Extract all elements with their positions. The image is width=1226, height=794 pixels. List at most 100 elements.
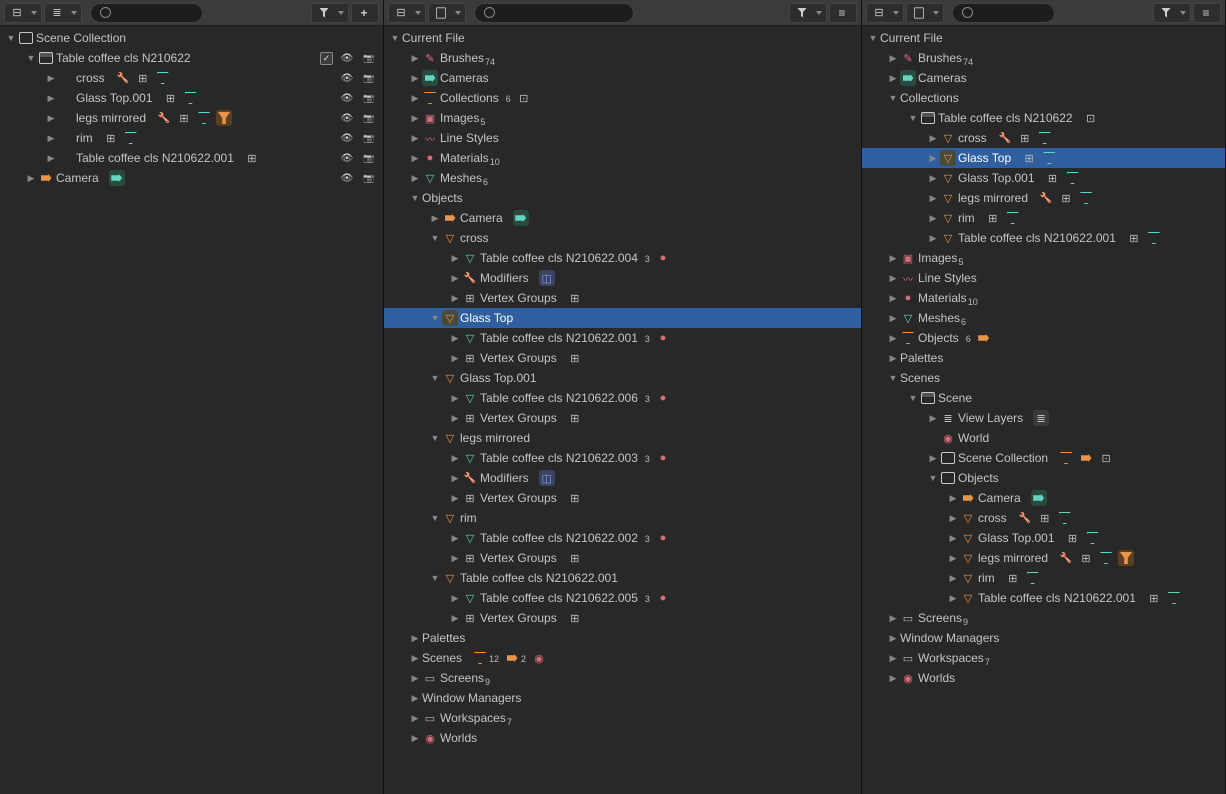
display-icon[interactable] [1098,450,1114,466]
tree-row[interactable]: ▶Table coffee cls N210622.0023 [384,528,861,548]
material-icon[interactable] [655,450,671,466]
tree-row[interactable]: ▶legs mirrored [862,188,1225,208]
disclosure-triangle[interactable]: ▶ [448,411,462,425]
disclosure-triangle[interactable]: ▶ [886,71,900,85]
camera-data-icon[interactable] [109,170,125,186]
modifier-icon[interactable] [997,130,1013,146]
tree-row[interactable]: ▶cross [862,128,1225,148]
disclosure-triangle[interactable]: ▶ [448,491,462,505]
disclosure-triangle[interactable]: ▶ [448,611,462,625]
collection-icon[interactable] [472,650,488,666]
material-slot-icon[interactable] [1146,230,1162,246]
editor-type-dropdown[interactable] [4,3,42,23]
disclosure-triangle[interactable]: ▶ [886,351,900,365]
disclosure-triangle[interactable]: ▶ [408,71,422,85]
material-slot-icon[interactable] [1057,510,1073,526]
vertex-group-icon[interactable] [1078,550,1094,566]
material-slot-icon[interactable] [1098,550,1114,566]
material-slot-icon[interactable] [1065,170,1081,186]
tree-row[interactable]: ▶Camera [384,208,861,228]
vertex-group-icon[interactable] [1058,190,1074,206]
disclosure-triangle[interactable]: ▶ [886,331,900,345]
disclosure-triangle[interactable]: ▶ [408,731,422,745]
tree-row[interactable]: ▶rim [862,208,1225,228]
tree-row[interactable]: ▶Table coffee cls N210622.0063 [384,388,861,408]
render-visibility-icon[interactable] [361,70,377,86]
tree-row[interactable]: ▼Scene [862,388,1225,408]
tree-row[interactable]: ▶Images5 [862,248,1225,268]
vertex-group-icon[interactable] [567,410,583,426]
modifier-icon[interactable] [156,110,172,126]
disclosure-triangle[interactable]: ▶ [926,171,940,185]
disclosure-triangle[interactable]: ▶ [926,231,940,245]
disclosure-triangle[interactable]: ▶ [926,151,940,165]
tree-row[interactable]: ▼Glass Top [384,308,861,328]
vertex-group-icon[interactable] [567,350,583,366]
tree-row[interactable]: ▶Palettes [384,628,861,648]
tree-row[interactable]: ▶Table coffee cls N210622.0033 [384,448,861,468]
modifier-icon[interactable] [1038,190,1054,206]
tree-row[interactable]: ▶Brushes74 [862,48,1225,68]
tree-row[interactable]: ▼Current File [862,28,1225,48]
disclosure-triangle[interactable]: ▼ [866,31,880,45]
tree-row[interactable]: ▶Modifiers [384,468,861,488]
vertex-group-icon[interactable] [567,290,583,306]
material-icon[interactable] [655,330,671,346]
search-input[interactable] [119,6,196,20]
render-visibility-icon[interactable] [361,170,377,186]
tree-row[interactable]: ▶Table coffee cls N210622.0043 [384,248,861,268]
disclosure-triangle[interactable]: ▶ [408,91,422,105]
tree-row[interactable]: ▶rim [0,128,383,148]
display-icon[interactable] [1083,110,1099,126]
tree-row[interactable]: ▶Table coffee cls N210622.001 [0,148,383,168]
viewlayer-icon[interactable] [1033,410,1049,426]
disclosure-triangle[interactable]: ▼ [886,371,900,385]
tree-row[interactable]: ▶Glass Top.001 [862,168,1225,188]
vertex-group-icon[interactable] [1017,130,1033,146]
disclosure-triangle[interactable]: ▶ [448,471,462,485]
disclosure-triangle[interactable]: ▶ [428,211,442,225]
modifier-icon[interactable] [1017,510,1033,526]
mirror-modifier-icon[interactable] [539,270,555,286]
tree-row[interactable]: ▶Scene Collection [862,448,1225,468]
tree-row[interactable]: ▶Scenes122 [384,648,861,668]
mirror-modifier-icon[interactable] [539,470,555,486]
visibility-icon[interactable] [339,90,355,106]
disclosure-triangle[interactable]: ▶ [946,551,960,565]
tree-row[interactable]: ▶Table coffee cls N210622.0013 [384,328,861,348]
disclosure-triangle[interactable]: ▶ [408,691,422,705]
material-icon[interactable] [655,390,671,406]
disclosure-triangle[interactable]: ▼ [24,51,38,65]
disclosure-triangle[interactable]: ▶ [448,451,462,465]
disclosure-triangle[interactable]: ▶ [408,151,422,165]
tree-row[interactable]: ▼Glass Top.001 [384,368,861,388]
disclosure-triangle[interactable]: ▶ [886,251,900,265]
world-icon[interactable] [531,650,547,666]
visibility-icon[interactable] [339,50,355,66]
tree-row[interactable]: ▶Vertex Groups [384,348,861,368]
disclosure-triangle[interactable]: ▶ [886,671,900,685]
tree-row[interactable]: ▶Meshes6 [384,168,861,188]
material-slot-icon[interactable] [216,110,232,126]
render-visibility-icon[interactable] [361,150,377,166]
vertex-group-icon[interactable] [1021,150,1037,166]
tree-row[interactable]: ▶Camera [0,168,383,188]
visibility-icon[interactable] [339,70,355,86]
tree-row[interactable]: ▶Table coffee cls N210622.001 [862,228,1225,248]
filter-dropdown[interactable] [1153,3,1191,23]
visibility-icon[interactable] [339,130,355,146]
disclosure-triangle[interactable]: ▶ [946,531,960,545]
disclosure-triangle[interactable]: ▶ [44,71,58,85]
visibility-icon[interactable] [339,110,355,126]
tree-row[interactable]: ▶Window Managers [862,628,1225,648]
vertex-group-icon[interactable] [567,550,583,566]
vertex-group-icon[interactable] [1045,170,1061,186]
material-slot-icon[interactable] [1025,570,1041,586]
tree-row[interactable]: ▶rim [862,568,1225,588]
tree-row[interactable]: ▶Vertex Groups [384,608,861,628]
tree-row[interactable]: ▶Line Styles [862,268,1225,288]
tree-row[interactable]: ▶Materials10 [862,288,1225,308]
material-icon[interactable] [655,590,671,606]
disclosure-triangle[interactable]: ▶ [448,591,462,605]
disclosure-triangle[interactable]: ▶ [448,271,462,285]
